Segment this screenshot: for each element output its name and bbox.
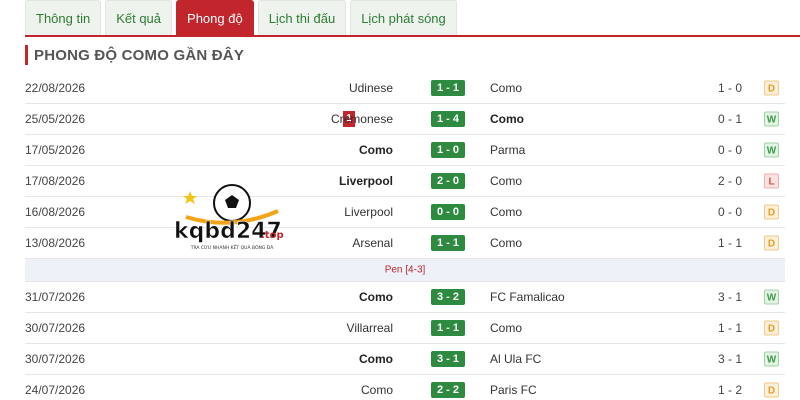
away-team[interactable]: Como bbox=[490, 205, 522, 219]
watermark-tagline: TRA CỨU NHANH KẾT QUẢ BÓNG ĐÁ bbox=[190, 243, 274, 251]
score-badge[interactable]: 1 - 1 bbox=[431, 235, 465, 251]
half-time-score: 2 - 0 bbox=[717, 174, 742, 188]
match-row[interactable]: 31/07/2026 Como 3 - 2 FC Famalicao 3 - 1… bbox=[25, 282, 785, 313]
half-time-score: 0 - 0 bbox=[717, 205, 742, 219]
away-team[interactable]: Como bbox=[490, 81, 522, 95]
form-table: 22/08/2026 Udinese 1 - 1 Como 1 - 0 D 25… bbox=[25, 73, 785, 400]
score-badge[interactable]: 1 - 1 bbox=[431, 80, 465, 96]
score-badge[interactable]: 1 - 4 bbox=[431, 111, 465, 127]
score-badge[interactable]: 1 - 1 bbox=[431, 320, 465, 336]
tab-phong-do[interactable]: Phong độ bbox=[176, 0, 254, 35]
match-date: 25/05/2026 bbox=[25, 112, 86, 126]
match-row[interactable]: 16/08/2026 Liverpool 0 - 0 Como 0 - 0 D bbox=[25, 197, 785, 228]
tab-underline bbox=[25, 35, 800, 37]
section-marker bbox=[25, 45, 28, 65]
away-team[interactable]: Como bbox=[490, 236, 522, 250]
match-row[interactable]: 13/08/2026 Arsenal 1 - 1 Como 1 - 1 D bbox=[25, 228, 785, 259]
match-row[interactable]: 25/05/2026 1 Cremonese 1 - 4 Como 0 - 1 … bbox=[25, 104, 785, 135]
home-team[interactable]: Como bbox=[359, 290, 393, 304]
tab-thong-tin[interactable]: Thông tin bbox=[25, 0, 102, 35]
away-team[interactable]: Paris FC bbox=[490, 383, 537, 397]
half-time-score: 1 - 1 bbox=[717, 321, 742, 335]
match-date: 30/07/2026 bbox=[25, 321, 86, 335]
match-row[interactable]: 24/07/2026 Como 2 - 2 Paris FC 1 - 2 D bbox=[25, 375, 785, 400]
home-team[interactable]: Udinese bbox=[349, 81, 393, 95]
result-badge: D bbox=[764, 320, 779, 336]
score-badge[interactable]: 2 - 2 bbox=[431, 382, 465, 398]
star-icon bbox=[183, 191, 197, 204]
half-time-score: 3 - 1 bbox=[717, 290, 742, 304]
tab-ket-qua[interactable]: Kết quả bbox=[105, 0, 173, 35]
half-time-score: 0 - 0 bbox=[717, 143, 742, 157]
away-team[interactable]: Como bbox=[490, 112, 524, 126]
half-time-score: 0 - 1 bbox=[717, 112, 742, 126]
match-date: 30/07/2026 bbox=[25, 352, 86, 366]
match-date: 24/07/2026 bbox=[25, 383, 86, 397]
away-team[interactable]: Como bbox=[490, 321, 522, 335]
home-team[interactable]: Como bbox=[361, 383, 393, 397]
score-badge[interactable]: 3 - 2 bbox=[431, 289, 465, 305]
kqbd247-watermark-logo: kqbd247 .top TRA CỨU NHANH KẾT QUẢ BÓNG … bbox=[174, 184, 284, 251]
result-badge: L bbox=[764, 173, 779, 189]
result-badge: W bbox=[764, 289, 779, 305]
result-badge: D bbox=[764, 235, 779, 251]
match-date: 16/08/2026 bbox=[25, 205, 86, 219]
home-team[interactable]: Como bbox=[359, 143, 393, 157]
score-badge[interactable]: 0 - 0 bbox=[431, 204, 465, 220]
result-badge: D bbox=[764, 80, 779, 96]
home-team[interactable]: Arsenal bbox=[352, 236, 393, 250]
match-row[interactable]: 17/05/2026 Como 1 - 0 Parma 0 - 0 W bbox=[25, 135, 785, 166]
half-time-score: 1 - 1 bbox=[717, 236, 742, 250]
match-date: 22/08/2026 bbox=[25, 81, 86, 95]
match-date: 17/08/2026 bbox=[25, 174, 86, 188]
half-time-score: 1 - 0 bbox=[717, 81, 742, 95]
home-team[interactable]: Villarreal bbox=[347, 321, 393, 335]
match-date: 31/07/2026 bbox=[25, 290, 86, 304]
result-badge: D bbox=[764, 382, 779, 398]
section-title: PHONG ĐỘ COMO GẦN ĐÂY bbox=[34, 46, 245, 64]
match-row[interactable]: 30/07/2026 Villarreal 1 - 1 Como 1 - 1 D bbox=[25, 313, 785, 344]
half-time-score: 3 - 1 bbox=[717, 352, 742, 366]
away-team[interactable]: Parma bbox=[490, 143, 525, 157]
home-team[interactable]: Como bbox=[359, 352, 393, 366]
match-row[interactable]: 30/07/2026 Como 3 - 1 Al Ula FC 3 - 1 W bbox=[25, 344, 785, 375]
tab-bar: Thông tin Kết quả Phong độ Lịch thi đấu … bbox=[25, 0, 457, 35]
away-team[interactable]: FC Famalicao bbox=[490, 290, 565, 304]
score-badge[interactable]: 3 - 1 bbox=[431, 351, 465, 367]
home-team[interactable]: Liverpool bbox=[344, 205, 393, 219]
home-team[interactable]: Liverpool bbox=[339, 174, 393, 188]
match-date: 13/08/2026 bbox=[25, 236, 86, 250]
away-team[interactable]: Al Ula FC bbox=[490, 352, 541, 366]
result-badge: D bbox=[764, 204, 779, 220]
penalty-note-row: Pen [4-3] bbox=[25, 259, 785, 282]
match-date: 17/05/2026 bbox=[25, 143, 86, 157]
watermark-suffix: .top bbox=[261, 230, 284, 241]
tab-lich-thi-dau[interactable]: Lịch thi đấu bbox=[257, 0, 347, 35]
result-badge: W bbox=[764, 111, 779, 127]
half-time-score: 1 - 2 bbox=[717, 383, 742, 397]
section-header: PHONG ĐỘ COMO GẦN ĐÂY bbox=[25, 42, 800, 68]
home-team[interactable]: Cremonese bbox=[331, 112, 393, 126]
match-row[interactable]: 22/08/2026 Udinese 1 - 1 Como 1 - 0 D bbox=[25, 73, 785, 104]
match-row[interactable]: 17/08/2026 Liverpool 2 - 0 Como 2 - 0 L bbox=[25, 166, 785, 197]
penalty-note: Pen [4-3] bbox=[384, 264, 426, 276]
tab-lich-phat-song[interactable]: Lịch phát sóng bbox=[350, 0, 457, 35]
away-team[interactable]: Como bbox=[490, 174, 522, 188]
result-badge: W bbox=[764, 142, 779, 158]
result-badge: W bbox=[764, 351, 779, 367]
score-badge[interactable]: 1 - 0 bbox=[431, 142, 465, 158]
score-badge[interactable]: 2 - 0 bbox=[431, 173, 465, 189]
